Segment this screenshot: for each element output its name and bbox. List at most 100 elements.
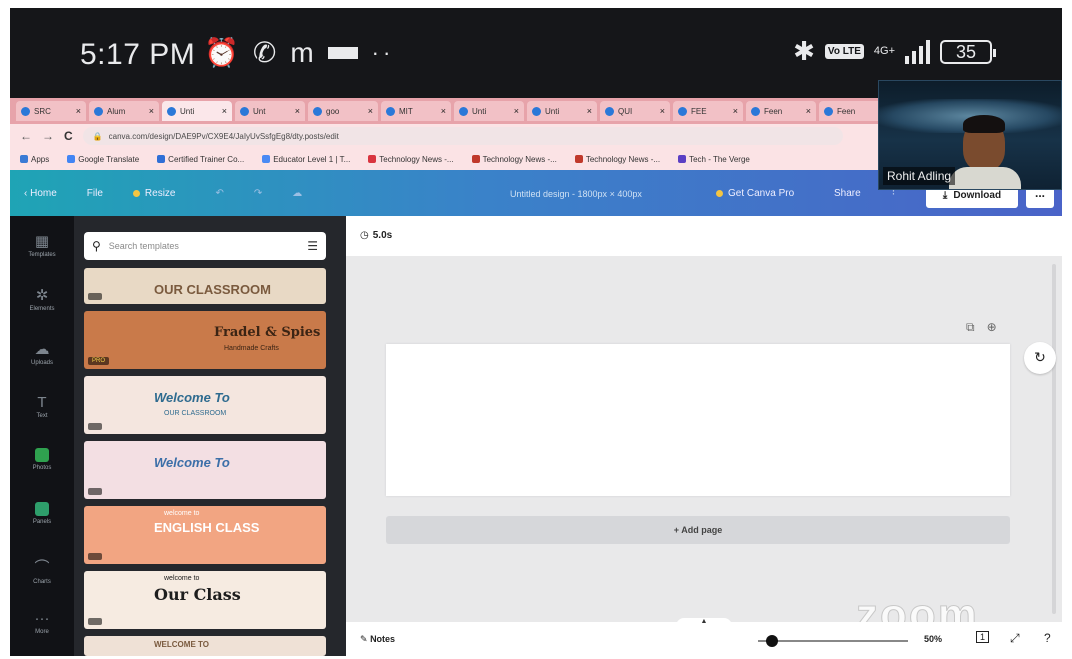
browser-tab[interactable]: Unt × [235, 101, 305, 121]
notes-button[interactable]: ✎ Notes [360, 634, 395, 645]
zoom-slider-handle[interactable] [766, 635, 778, 647]
sidebar-item-label: Text [36, 413, 48, 419]
add-page-icon[interactable]: ⊕ [987, 320, 997, 335]
bookmark-item[interactable]: Google Translate [67, 155, 139, 164]
forward-icon[interactable]: → [42, 129, 54, 143]
reload-icon[interactable]: C [64, 129, 73, 143]
screen-frame: 5:17 PM ⏰ ✆ m ·· ✱ Vo LTE 4G+ 35 SRC × Alu… [10, 8, 1062, 656]
sidebar-item-more[interactable]: ··· More [10, 610, 74, 635]
tab-close-icon[interactable]: × [295, 106, 300, 116]
design-page[interactable] [386, 344, 1010, 496]
bookmark-item[interactable]: Apps [20, 155, 49, 164]
design-title[interactable]: Untitled design - 1800px × 400px [510, 189, 642, 199]
help-icon[interactable]: ? [1044, 631, 1051, 645]
redo-icon[interactable]: ↷ [254, 188, 262, 199]
template-card[interactable]: OUR CLASSROOM [84, 268, 326, 304]
sidebar-item-uploads[interactable]: ☁ Uploads [10, 340, 74, 366]
tab-close-icon[interactable]: × [222, 106, 227, 116]
sidebar-item-templates[interactable]: ▦ Templates [10, 232, 74, 258]
browser-tab[interactable]: Unti × [162, 101, 232, 121]
template-card[interactable]: WELCOME TO [84, 636, 326, 656]
zoom-value[interactable]: 50% [924, 634, 942, 644]
tab-close-icon[interactable]: × [368, 106, 373, 116]
browser-tab[interactable]: QUI × [600, 101, 670, 121]
bookmark-icon [678, 155, 687, 163]
uploads-icon: ☁ [34, 341, 50, 358]
header-left-menu: ‹ Home File Resize ↶ ↷ ☁ [24, 188, 302, 199]
sidebar-item-panels[interactable]: Panels [10, 502, 74, 525]
whatsapp-icon: ✆ [252, 37, 277, 68]
back-icon[interactable]: ← [20, 129, 32, 143]
bookmark-item[interactable]: Technology News -... [471, 155, 557, 164]
template-search[interactable]: ⚲ Search templates ☰ [84, 232, 326, 260]
status-left-icons: ⏰ ✆ m ·· [204, 36, 394, 69]
volte-badge: Vo LTE [824, 44, 864, 59]
zoom-slider-track[interactable] [758, 640, 908, 642]
bookmark-item[interactable]: Tech - The Verge [678, 155, 750, 164]
template-card[interactable]: Welcome To OUR CLASSROOM [84, 376, 326, 434]
template-card[interactable]: Fradel & Spies Handmade Crafts PRO [84, 311, 326, 369]
filter-icon[interactable]: ☰ [307, 239, 318, 253]
file-menu-button[interactable]: File [87, 188, 103, 199]
template-card[interactable]: ENGLISH CLASS welcome to [84, 506, 326, 564]
template-card[interactable]: Our Class welcome to [84, 571, 326, 629]
browser-tab[interactable]: MIT × [381, 101, 451, 121]
add-page-button[interactable]: + Add page [386, 516, 1010, 544]
get-pro-button[interactable]: Get Canva Pro [716, 188, 794, 199]
template-subtitle: welcome to [164, 510, 200, 517]
bookmark-item[interactable]: Educator Level 1 | T... [262, 155, 350, 164]
tab-label: MIT [399, 106, 413, 116]
refresh-icon[interactable]: ↻ [1024, 342, 1056, 374]
template-title: Fradel & Spies [214, 325, 321, 340]
tab-close-icon[interactable]: × [149, 106, 154, 116]
browser-tab[interactable]: goo × [308, 101, 378, 121]
sidebar-item-charts[interactable]: ⌒ Charts [10, 556, 74, 585]
lock-icon: 🔒 [92, 131, 103, 141]
page-count-icon[interactable]: 1 [976, 631, 990, 643]
browser-tab[interactable]: FEE × [673, 101, 743, 121]
duplicate-page-icon[interactable]: ⧉ [966, 320, 975, 335]
tab-close-icon[interactable]: × [514, 106, 519, 116]
browser-tab[interactable]: SRC × [16, 101, 86, 121]
sidebar-item-text[interactable]: T Text [10, 394, 74, 419]
free-badge [88, 618, 102, 625]
resize-button[interactable]: Resize [132, 188, 176, 199]
search-input[interactable]: Search templates [109, 241, 179, 251]
tab-favicon-icon [94, 106, 103, 116]
tab-favicon-icon [313, 106, 322, 116]
participant-video[interactable]: Rohit Adling [878, 80, 1062, 190]
undo-icon[interactable]: ↶ [216, 188, 224, 199]
browser-tab[interactable]: Alum × [89, 101, 159, 121]
fullscreen-icon[interactable]: ⤢ [1010, 631, 1020, 646]
tab-favicon-icon [751, 106, 760, 116]
get-pro-label: Get Canva Pro [728, 188, 795, 199]
status-time: 5:17 PM [80, 38, 196, 71]
sidebar-item-elements[interactable]: ✲ Elements [10, 286, 74, 312]
tab-close-icon[interactable]: × [733, 106, 738, 116]
bookmark-item[interactable]: Certified Trainer Co... [157, 155, 244, 164]
tab-close-icon[interactable]: × [806, 106, 811, 116]
home-button[interactable]: ‹ Home [24, 188, 57, 199]
tab-close-icon[interactable]: × [660, 106, 665, 116]
tab-close-icon[interactable]: × [76, 106, 81, 116]
tab-close-icon[interactable]: × [441, 106, 446, 116]
url-field[interactable]: 🔒 canva.com/design/DAE9Pv/CX9E4/JaIyUvSs… [82, 127, 843, 145]
sidebar-item-label: Uploads [30, 360, 53, 366]
browser-tab[interactable]: Feen × [746, 101, 816, 121]
bookmark-item[interactable]: Technology News -... [368, 155, 454, 164]
tab-close-icon[interactable]: × [587, 106, 592, 116]
editor-scrollbar[interactable] [1052, 264, 1056, 614]
sidebar-item-photos[interactable]: Photos [10, 448, 74, 471]
free-badge [88, 553, 102, 560]
template-title: Welcome To [154, 390, 230, 405]
template-subtitle: welcome to [164, 575, 200, 582]
chevron-up-icon[interactable]: ▲ [676, 618, 732, 628]
template-card[interactable]: Welcome To [84, 441, 326, 499]
crown-icon [132, 190, 140, 197]
browser-tab[interactable]: Unti × [454, 101, 524, 121]
share-button[interactable]: Share [834, 188, 861, 199]
bookmark-item[interactable]: Technology News -... [574, 155, 660, 164]
timing-button[interactable]: ◷ 5.0s [360, 230, 392, 241]
more-icon: ··· [34, 610, 50, 627]
browser-tab[interactable]: Unti × [527, 101, 597, 121]
